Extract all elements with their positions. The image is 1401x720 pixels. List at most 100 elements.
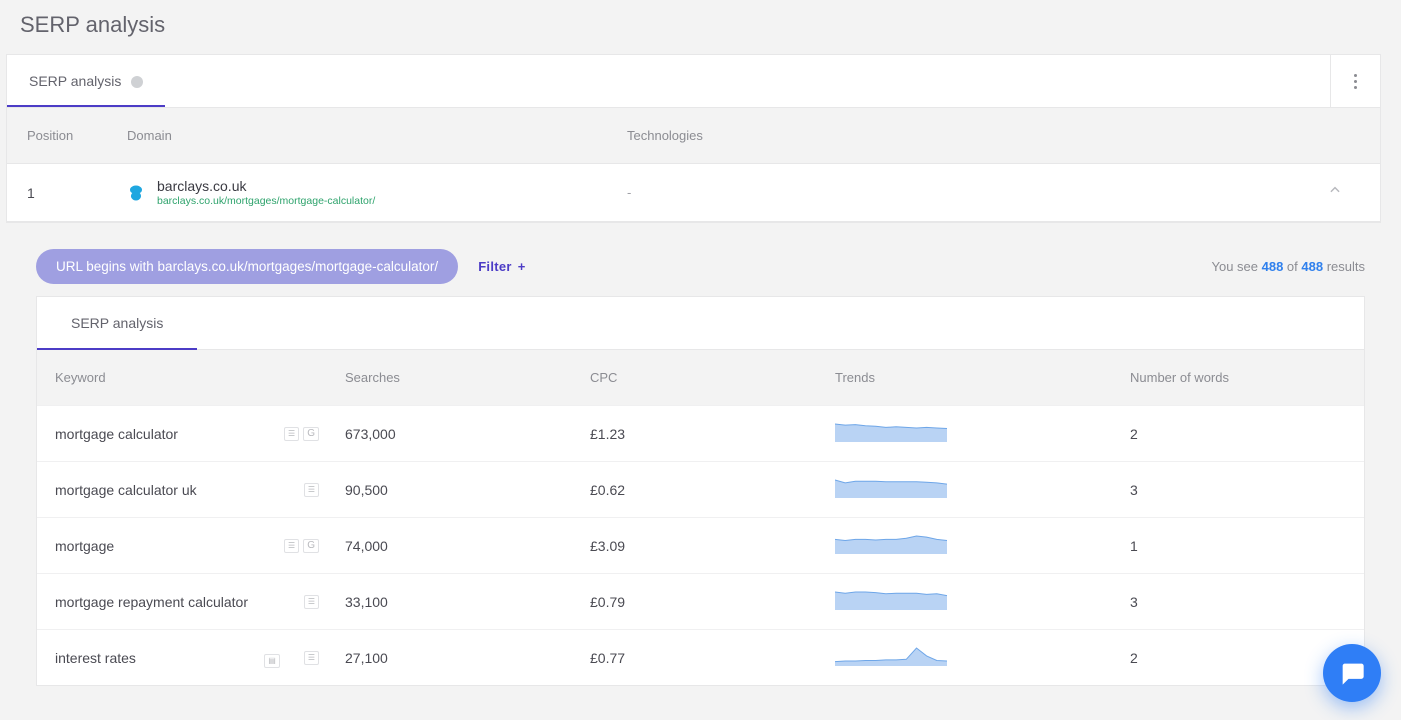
trend-sparkline [835,534,947,554]
outer-card-tabs: SERP analysis [7,55,165,107]
dash-badge-icon [304,595,319,609]
searches-cell: 33,100 [345,594,590,610]
summary-suffix: results [1323,259,1365,274]
plus-icon: + [514,259,526,274]
keyword-table-body: mortgage calculator673,000£1.232mortgage… [37,405,1364,685]
searches-cell: 27,100 [345,650,590,666]
serp-inner-card: SERP analysis Keyword Searches CPC Trend… [36,296,1365,686]
keyword-row: mortgage repayment calculator 33,100£0.79… [37,573,1364,629]
trend-cell [835,646,1130,669]
searches-cell: 673,000 [345,426,590,442]
keyword-cell[interactable]: mortgage [55,538,345,554]
dash-badge-icon [304,483,319,497]
cpc-cell: £0.62 [590,482,835,498]
searches-cell: 90,500 [345,482,590,498]
col-searches: Searches [345,370,590,385]
tab-label: SERP analysis [29,73,121,89]
summary-total-count: 488 [1301,259,1323,274]
trend-sparkline [835,646,947,666]
inner-tabs: SERP analysis [37,297,1364,350]
domain-text: barclays.co.uk barclays.co.uk/mortgages/… [157,178,375,207]
searches-cell: 74,000 [345,538,590,554]
inner-tab-serp-analysis[interactable]: SERP analysis [37,297,197,349]
gg-badge-icon [303,427,319,441]
page-title: SERP analysis [0,0,1401,48]
words-cell: 3 [1130,482,1346,498]
filters-bar: URL begins with barclays.co.uk/mortgages… [0,223,1401,296]
keyword-text: mortgage [55,538,114,554]
words-cell: 3 [1130,594,1346,610]
gg-badge-icon [303,539,319,553]
col-trends: Trends [835,370,1130,385]
trend-cell [835,422,1130,445]
col-words: Number of words [1130,370,1346,385]
keyword-table: Keyword Searches CPC Trends Number of wo… [37,350,1364,685]
dash-badge-icon [304,651,319,665]
barclays-favicon-icon [127,184,145,202]
trend-sparkline [835,590,947,610]
outer-columns-row: Position Domain Technologies [7,108,1380,163]
col-position: Position [27,128,127,143]
url-filter-chip[interactable]: URL begins with barclays.co.uk/mortgages… [36,249,458,284]
keyword-badges [284,539,319,553]
filter-label: Filter [478,259,512,274]
serp-result-row: 1 barclays.co.uk barclays.co.uk/mortgage… [7,163,1380,222]
domain-url: barclays.co.uk/mortgages/mortgage-calcul… [157,195,375,207]
info-icon[interactable] [131,76,143,88]
filters-left: URL begins with barclays.co.uk/mortgages… [36,249,526,284]
kebab-icon [1354,74,1357,89]
collapse-toggle[interactable] [1310,183,1360,202]
results-summary: You see 488 of 488 results [1211,259,1365,274]
cpc-cell: £3.09 [590,538,835,554]
keyword-text: mortgage calculator uk [55,482,197,498]
keyword-table-head: Keyword Searches CPC Trends Number of wo… [37,350,1364,405]
dash-badge-icon [284,427,299,441]
words-cell: 2 [1130,650,1346,666]
col-keyword: Keyword [55,370,345,385]
keyword-cell[interactable]: mortgage calculator uk [55,482,345,498]
keyword-cell[interactable]: interest rates [55,648,345,668]
summary-visible-count: 488 [1262,259,1284,274]
trend-cell [835,478,1130,501]
card-menu-button[interactable] [1330,55,1380,107]
trend-cell [835,590,1130,613]
keyword-row: mortgage 74,000£3.09 1 [37,517,1364,573]
chat-fab[interactable] [1323,644,1381,702]
keyword-badges [284,427,319,441]
words-cell: 2 [1130,426,1346,442]
summary-of: of [1283,259,1301,274]
keyword-row: mortgage calculator 673,000£1.23 2 [37,405,1364,461]
keyword-cell[interactable]: mortgage repayment calculator [55,594,345,610]
cpc-cell: £1.23 [590,426,835,442]
keyword-text: mortgage calculator [55,426,178,442]
trend-sparkline [835,478,947,498]
chat-icon [1338,659,1366,687]
chevron-up-icon [1328,183,1342,197]
words-cell: 1 [1130,538,1346,554]
keyword-cell[interactable]: mortgage calculator [55,426,345,442]
col-cpc: CPC [590,370,835,385]
keyword-badges [258,648,319,668]
outer-card-header: SERP analysis [7,55,1380,108]
domain-cell: barclays.co.uk barclays.co.uk/mortgages/… [127,178,627,207]
cpc-cell: £0.79 [590,594,835,610]
dash-badge-icon [284,539,299,553]
trend-sparkline [835,422,947,442]
col-technologies: Technologies [627,128,1360,143]
col-domain: Domain [127,128,627,143]
domain-link[interactable]: barclays.co.uk [157,178,375,194]
keyword-text: interest rates [55,650,136,666]
keyword-row: interest rates 27,100£0.77 2 [37,629,1364,685]
position-cell: 1 [27,185,127,201]
keyword-row: mortgage calculator uk 90,500£0.62 3 [37,461,1364,517]
trend-cell [835,534,1130,557]
tab-serp-analysis[interactable]: SERP analysis [7,55,165,107]
keyword-badges [304,595,319,609]
serp-outer-card: SERP analysis Position Domain Technologi… [6,54,1381,223]
summary-prefix: You see [1211,259,1261,274]
keyword-text: mortgage repayment calculator [55,594,248,610]
card-badge-icon [264,654,280,668]
cpc-cell: £0.77 [590,650,835,666]
add-filter-button[interactable]: Filter + [478,259,525,274]
technologies-cell: - [627,185,1310,200]
